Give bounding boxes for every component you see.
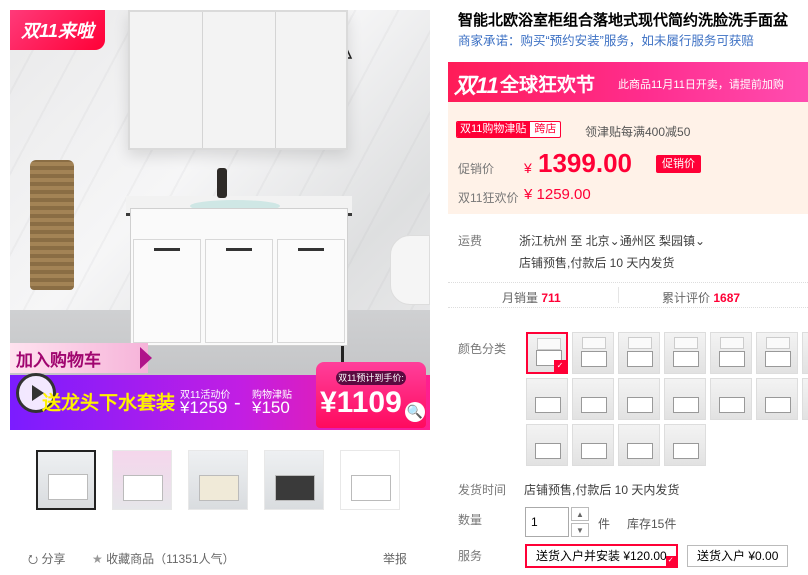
minus-sign: -	[234, 392, 241, 414]
shipping-note: 店铺预售,付款后 10 天内发货	[519, 256, 675, 270]
double11-price: ¥ 1259.00	[524, 186, 591, 203]
final-price: ¥1109	[320, 386, 402, 419]
color-swatch[interactable]	[526, 378, 568, 420]
color-swatch[interactable]	[756, 332, 798, 374]
report-link[interactable]: 举报	[383, 550, 407, 567]
promo-price: 1399.00	[538, 148, 632, 178]
double11-price-label: 双11狂欢价	[458, 191, 519, 205]
jintie-badge[interactable]: 双11购物津贴 跨店	[456, 121, 562, 138]
jintie-price: ¥150	[252, 398, 290, 417]
thumbnail[interactable]	[36, 450, 96, 510]
promo-price-label: 促销价	[458, 162, 495, 176]
thumbnail[interactable]	[188, 450, 248, 510]
color-swatch[interactable]	[802, 378, 808, 420]
service-option-install[interactable]: 送货入户并安装 ¥120.00	[525, 544, 678, 568]
color-swatch[interactable]	[664, 378, 706, 420]
star-icon: ★	[92, 552, 107, 566]
color-swatch[interactable]	[710, 378, 752, 420]
color-swatch[interactable]	[572, 332, 614, 374]
color-swatch[interactable]	[526, 424, 568, 466]
shipping-label: 运费	[458, 234, 483, 248]
activity-price: ¥1259	[180, 398, 228, 417]
shipping-route[interactable]: 浙江杭州 至 北京⌄通州区 梨园镇⌄	[519, 232, 705, 249]
jintie-badge-main: 双11购物津贴	[457, 122, 530, 137]
sales-label: 月销量	[502, 291, 539, 305]
color-swatch[interactable]	[572, 424, 614, 466]
merchant-promise[interactable]: 商家承诺：购买“预约安装”服务，如未履行服务可获赔	[458, 30, 808, 49]
monthly-sales: 月销量 711	[502, 289, 561, 306]
share-label: 分享	[41, 552, 66, 566]
cabinet-legs	[136, 346, 344, 364]
color-swatches	[526, 332, 808, 466]
quantity-unit: 件	[598, 517, 611, 531]
reviews-value: 1687	[713, 291, 741, 305]
service-option-delivery[interactable]: 送货入户 ¥0.00	[687, 545, 789, 567]
quantity-input[interactable]	[525, 507, 569, 537]
add-to-cart-banner[interactable]: 加入购物车	[10, 343, 148, 373]
towel	[30, 160, 74, 290]
banner-note: 此商品11月11日开卖，请提前加购	[618, 79, 784, 91]
color-swatch[interactable]	[802, 332, 808, 374]
quantity-increase-button[interactable]: ▲	[571, 507, 589, 521]
faucet	[217, 168, 227, 198]
promo-price-tag: 促销价	[656, 155, 701, 173]
stats-divider	[618, 287, 619, 303]
double11-badge: 双11来啦	[10, 10, 105, 50]
final-price-label: 双11预计到手价:	[336, 371, 406, 385]
color-swatch[interactable]	[526, 332, 568, 374]
color-swatch[interactable]	[618, 332, 660, 374]
banner-logo: 双11	[454, 73, 499, 98]
product-title: 智能北欧浴室柜组合落地式现代简约洗脸洗手面盆	[458, 12, 789, 29]
thumbnail-strip	[36, 450, 400, 510]
vanity-cabinet	[130, 208, 348, 346]
toilet	[390, 235, 430, 305]
color-swatch[interactable]	[756, 378, 798, 420]
sales-value: 711	[541, 291, 561, 305]
favorite-link[interactable]: ★ 收藏商品（11351人气）	[92, 550, 235, 567]
color-swatch[interactable]	[618, 378, 660, 420]
delivery-value: 店铺预售,付款后 10 天内发货	[524, 483, 680, 497]
currency-symbol: ¥	[524, 160, 532, 176]
stock-count: 库存15件	[627, 517, 677, 531]
color-swatch[interactable]	[710, 332, 752, 374]
service-label: 服务	[458, 549, 483, 563]
banner-headline: 全球狂欢节	[500, 75, 596, 96]
share-icon: ⭮	[28, 552, 42, 566]
thumbnail[interactable]	[340, 450, 400, 510]
share-link[interactable]: ⭮ 分享	[28, 550, 65, 571]
quantity-label: 数量	[458, 513, 483, 527]
promo-title: 送龙头下水套装	[42, 393, 176, 414]
thumbnail[interactable]	[112, 450, 172, 510]
jintie-description: 领津贴每满400减50	[585, 125, 691, 139]
color-swatch[interactable]	[618, 424, 660, 466]
color-label: 颜色分类	[458, 342, 507, 356]
jintie-badge-sub: 跨店	[529, 122, 560, 137]
mirror-cabinet	[128, 10, 348, 150]
reviews-label: 累计评价	[662, 291, 711, 305]
color-swatch[interactable]	[664, 332, 706, 374]
color-swatch[interactable]	[572, 378, 614, 420]
total-reviews[interactable]: 累计评价 1687	[662, 289, 740, 306]
cart-arrow-icon	[140, 347, 152, 369]
delivery-label: 发货时间	[458, 483, 507, 497]
thumbnail[interactable]	[264, 450, 324, 510]
favorite-label: 收藏商品（11351人气）	[106, 552, 235, 566]
double11-banner: 双11 全球狂欢节 此商品11月11日开卖，请提前加购	[448, 62, 808, 102]
color-swatch[interactable]	[664, 424, 706, 466]
quantity-decrease-button[interactable]: ▼	[571, 523, 589, 537]
zoom-icon[interactable]: 🔍	[405, 402, 425, 422]
